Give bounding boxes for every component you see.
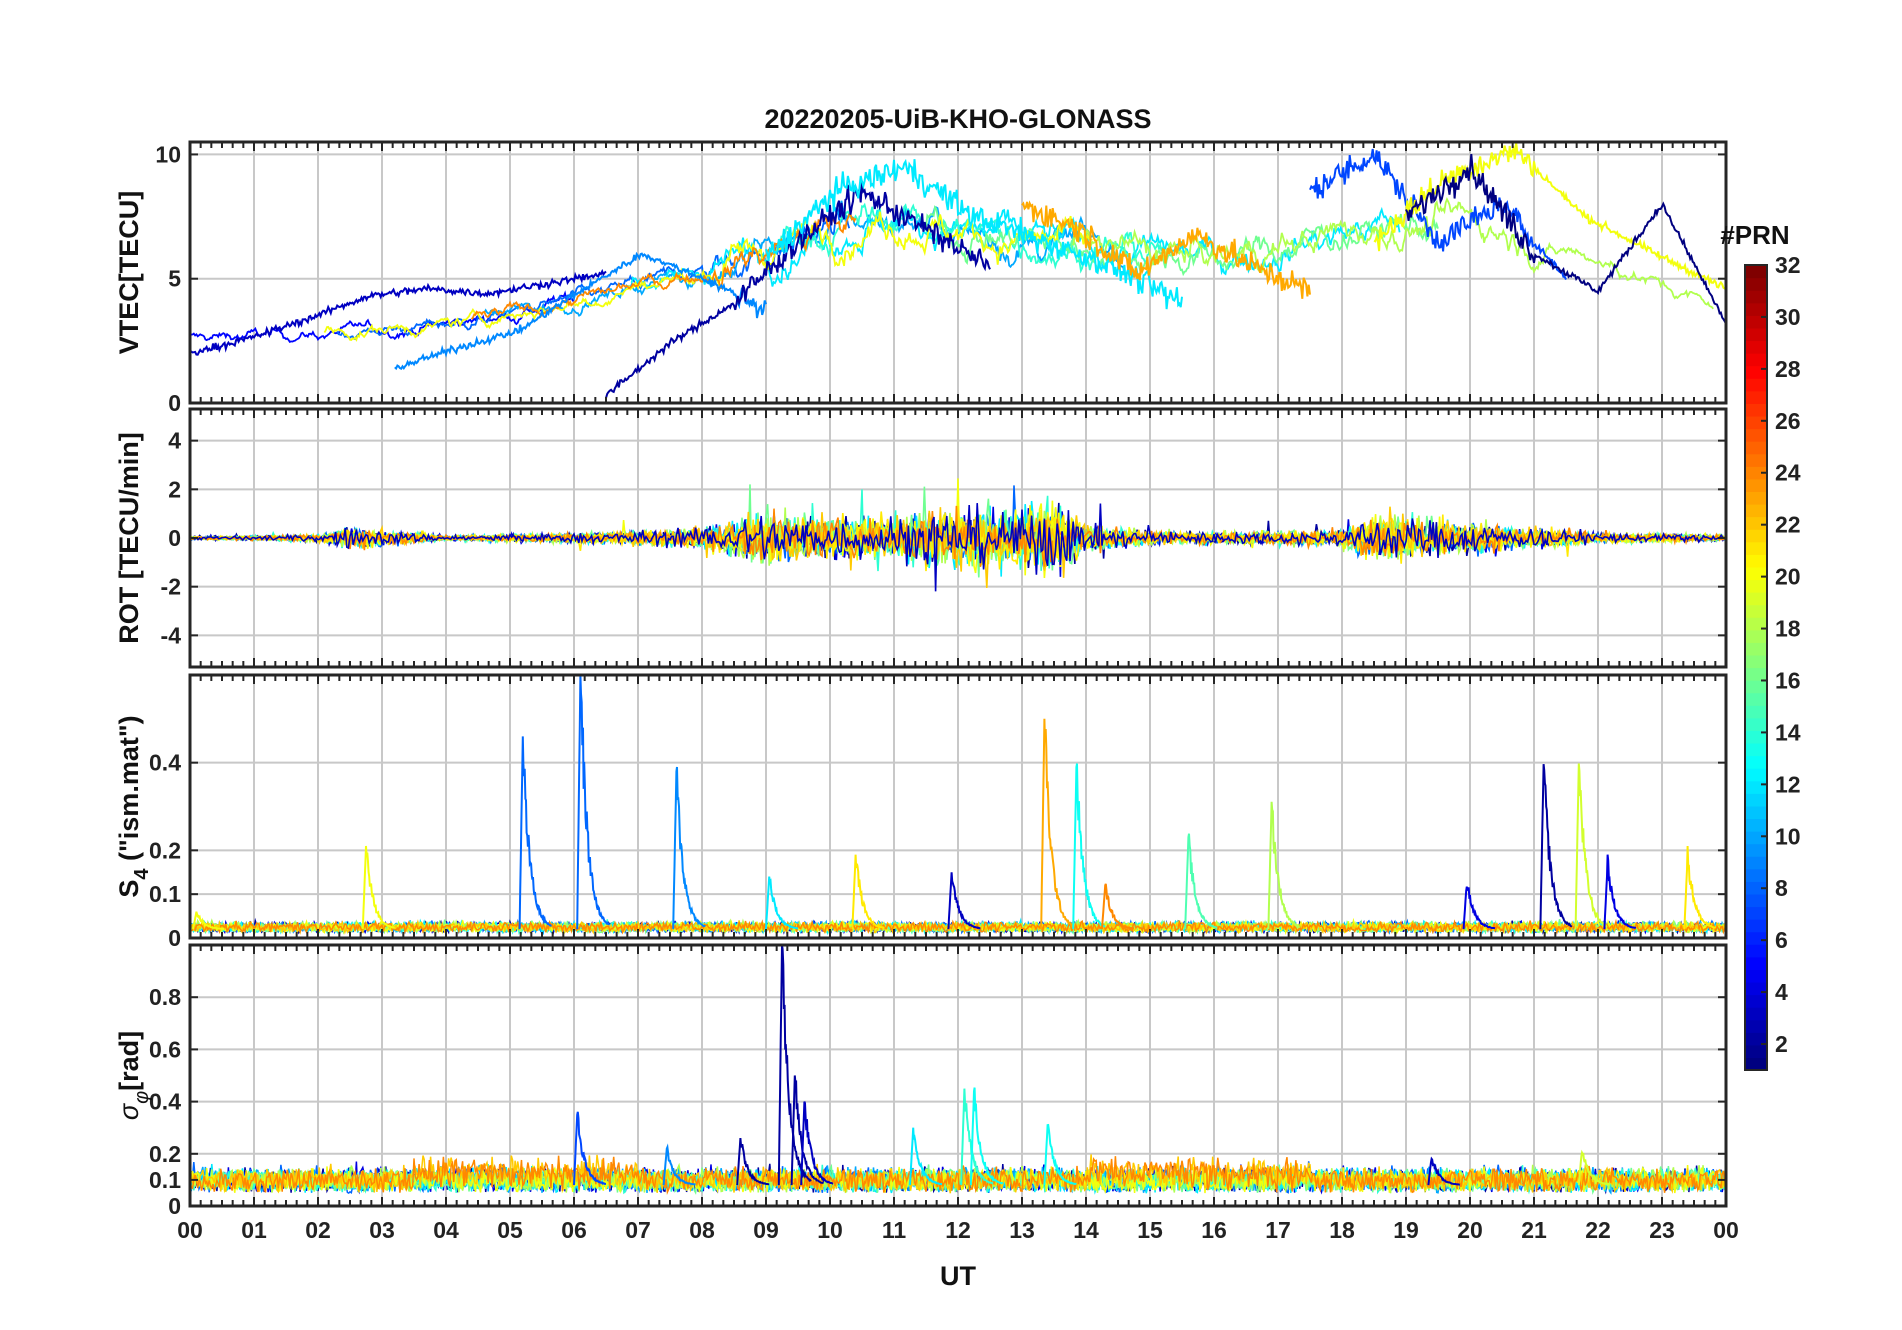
y-tick-label: -4 — [161, 622, 182, 648]
y-tick-label: 5 — [168, 266, 181, 292]
y-tick-label: 0.1 — [149, 1167, 181, 1193]
x-tick-label: 20 — [1457, 1217, 1483, 1243]
y-tick-label: 0 — [168, 390, 181, 416]
x-tick-label: 00 — [1713, 1217, 1739, 1243]
y-axis-label: ROT [TECU/min] — [114, 432, 144, 643]
colorbar-tick-label: 6 — [1775, 927, 1788, 953]
colorbar-title: #PRN — [1720, 220, 1789, 250]
colorbar-tick-label: 26 — [1775, 408, 1801, 434]
x-tick-label: 07 — [625, 1217, 651, 1243]
colorbar-tick-label: 10 — [1775, 823, 1801, 849]
x-axis-label: UT — [940, 1261, 976, 1291]
figure: 20220205-UiB-KHO-GLONASS 0510VTEC[TECU]-… — [0, 0, 1902, 1330]
colorbar-tick-label: 8 — [1775, 875, 1788, 901]
colorbar-tick-label: 32 — [1775, 252, 1801, 278]
y-tick-label: 0.2 — [149, 1141, 181, 1167]
y-tick-label: 0.1 — [149, 881, 181, 907]
x-tick-label: 10 — [817, 1217, 843, 1243]
x-tick-label: 16 — [1201, 1217, 1227, 1243]
x-tick-label: 00 — [177, 1217, 203, 1243]
colorbar-tick-label: 4 — [1775, 979, 1788, 1005]
x-tick-label: 12 — [945, 1217, 971, 1243]
x-tick-label: 03 — [369, 1217, 395, 1243]
x-tick-label: 08 — [689, 1217, 715, 1243]
panel-3: 00.10.20.4S4 ("ism.mat") — [114, 673, 1728, 951]
panel-1: 0 5 10 VTEC[TECU] — [114, 140, 1728, 416]
colorbar-tick-label: 20 — [1775, 564, 1801, 590]
x-tick-label: 11 — [882, 1217, 907, 1243]
chart-title: 20220205-UiB-KHO-GLONASS — [764, 104, 1151, 134]
y-tick-label: 2 — [168, 476, 181, 502]
y-tick-label: 0.6 — [149, 1036, 181, 1062]
colorbar-tick-label: 24 — [1775, 460, 1801, 486]
y-tick-label: 10 — [155, 141, 181, 167]
y-tick-label: 0 — [168, 925, 181, 951]
x-tick-label: 19 — [1393, 1217, 1419, 1243]
panel-4: 00.10.20.40.60.8σφ[rad] — [114, 943, 1728, 1219]
colorbar-tick-label: 22 — [1775, 512, 1801, 538]
y-tick-label: 0.2 — [149, 837, 181, 863]
panel-2: -4 -2 0 2 4 ROT [TECU/min] — [114, 407, 1728, 669]
colorbar-tick-label: 14 — [1775, 719, 1801, 745]
y-tick-label: 0.4 — [149, 750, 181, 776]
y-tick-label: 4 — [168, 428, 181, 454]
x-tick-label: 13 — [1009, 1217, 1035, 1243]
x-tick-label: 14 — [1073, 1217, 1099, 1243]
x-tick-label: 09 — [753, 1217, 779, 1243]
y-tick-label: -2 — [161, 574, 181, 600]
colorbar-tick-label: 28 — [1775, 356, 1801, 382]
colorbar-tick-label: 18 — [1775, 616, 1801, 642]
x-tick-label: 01 — [241, 1217, 267, 1243]
x-tick-label: 21 — [1521, 1217, 1547, 1243]
colorbar-tick-label: 2 — [1775, 1031, 1788, 1057]
x-tick-label: 05 — [497, 1217, 523, 1243]
y-tick-label: 0.4 — [149, 1089, 181, 1115]
x-tick-label: 02 — [305, 1217, 331, 1243]
x-tick-label: 17 — [1265, 1217, 1291, 1243]
x-tick-label: 04 — [433, 1217, 459, 1243]
colorbar-tick-label: 16 — [1775, 667, 1801, 693]
y-tick-label: 0 — [168, 525, 181, 551]
x-tick-label: 18 — [1329, 1217, 1355, 1243]
x-tick-label: 06 — [561, 1217, 587, 1243]
y-axis-label: VTEC[TECU] — [114, 191, 144, 355]
x-tick-label: 15 — [1137, 1217, 1163, 1243]
x-tick-label: 22 — [1585, 1217, 1611, 1243]
colorbar-tick-label: 30 — [1775, 304, 1801, 330]
y-tick-label: 0 — [168, 1193, 181, 1219]
colorbar-tick-label: 12 — [1775, 771, 1801, 797]
x-tick-label: 23 — [1649, 1217, 1675, 1243]
y-tick-label: 0.8 — [149, 984, 181, 1010]
